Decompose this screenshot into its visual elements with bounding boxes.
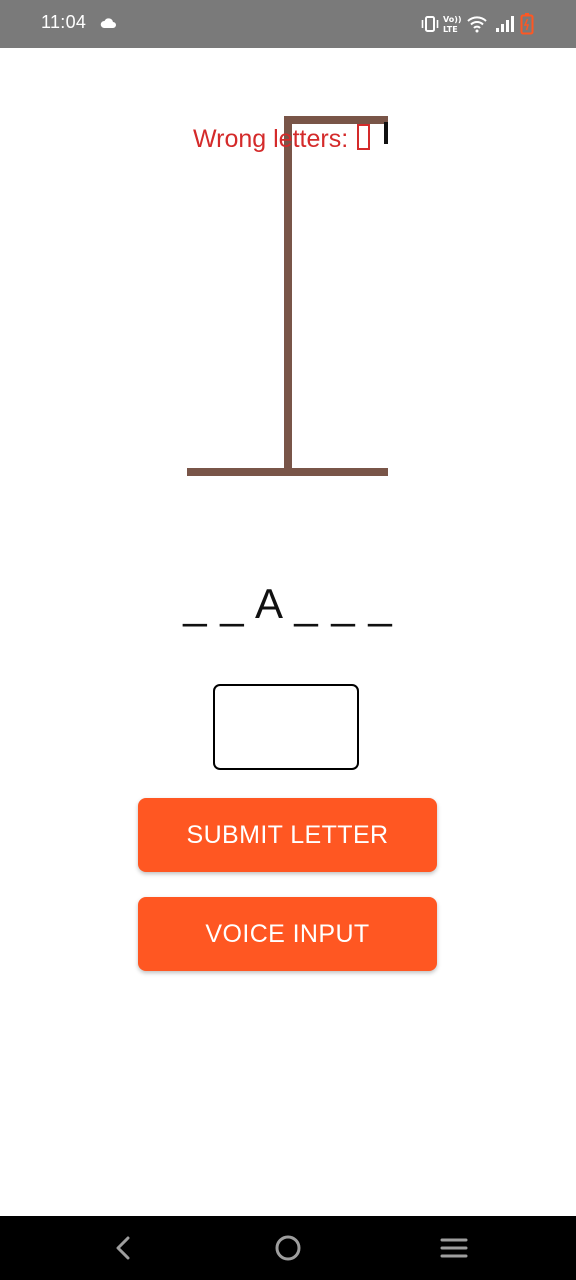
wrong-letters-label: Wrong letters: xyxy=(193,124,371,154)
menu-icon[interactable] xyxy=(438,1232,470,1264)
navigation-bar xyxy=(0,1216,576,1280)
submit-letter-button[interactable]: SUBMIT LETTER xyxy=(138,798,437,872)
hangman-screen: 11:04 Vo)) LTE Wrong letters: _ _ A _ _ … xyxy=(0,0,576,1280)
gallows-rope xyxy=(384,122,388,144)
back-icon[interactable] xyxy=(108,1232,140,1264)
letter-input[interactable] xyxy=(213,684,359,770)
voice-input-button[interactable]: VOICE INPUT xyxy=(138,897,437,971)
wrong-letters-empty-box xyxy=(357,124,371,150)
wrong-letters-text: Wrong letters: xyxy=(193,125,356,153)
gallows-drawing xyxy=(187,116,388,476)
home-icon[interactable] xyxy=(272,1232,304,1264)
word-display: _ _ A _ _ _ xyxy=(183,580,393,627)
